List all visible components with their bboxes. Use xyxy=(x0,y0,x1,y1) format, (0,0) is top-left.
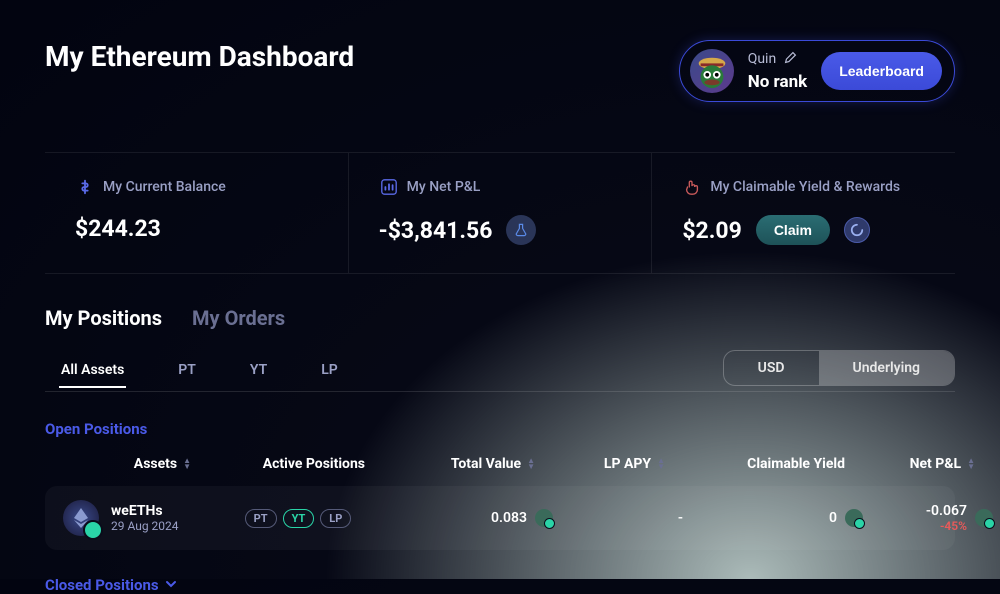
tab-positions[interactable]: My Positions xyxy=(45,306,162,330)
swirl-icon xyxy=(850,223,864,237)
flask-pill[interactable] xyxy=(506,215,536,245)
col-claimable-yield: Claimable Yield xyxy=(665,456,845,472)
hand-icon xyxy=(682,177,702,197)
filter-pt[interactable]: PT xyxy=(176,354,198,388)
table-row[interactable]: weETHs 29 Aug 2024 PT YT LP 0.083 - 0 -0… xyxy=(45,486,955,550)
user-name: Quin xyxy=(748,51,777,67)
col-lp-apy[interactable]: LP APY ▲▼ xyxy=(535,456,665,472)
main-tabs: My Positions My Orders xyxy=(45,306,955,330)
user-name-row: Quin xyxy=(748,51,807,68)
page-title: My Ethereum Dashboard xyxy=(45,40,354,73)
filter-all-assets[interactable]: All Assets xyxy=(59,354,126,388)
open-positions-label: Open Positions xyxy=(45,420,955,438)
table-header: Assets ▲▼ Active Positions Total Value ▲… xyxy=(45,456,955,472)
leaderboard-button[interactable]: Leaderboard xyxy=(821,52,942,90)
badge-lp: LP xyxy=(320,509,351,528)
badge-yt: YT xyxy=(283,509,315,528)
col-active-positions: Active Positions xyxy=(195,456,365,472)
token-badge[interactable] xyxy=(844,217,870,243)
balance-card: My Current Balance $244.23 xyxy=(45,153,348,273)
filter-row: All Assets PT YT LP USD Underlying xyxy=(45,350,955,392)
sort-icon: ▲▼ xyxy=(183,458,191,470)
claim-button[interactable]: Claim xyxy=(756,215,830,245)
badges: PT YT LP xyxy=(213,509,383,528)
token-icon xyxy=(845,509,863,527)
net-pl-value: -0.067 xyxy=(926,503,967,519)
toggle-usd[interactable]: USD xyxy=(724,351,819,385)
net-pl-cell: -0.067 -45% xyxy=(863,503,993,533)
flask-icon xyxy=(513,222,529,238)
claimable-label: My Claimable Yield & Rewards xyxy=(710,179,900,195)
balance-value: $244.23 xyxy=(75,215,320,242)
col-total-value[interactable]: Total Value ▲▼ xyxy=(365,456,535,472)
dollar-icon xyxy=(75,177,95,197)
avatar xyxy=(690,49,734,93)
asset-name: weETHs xyxy=(111,503,179,519)
claimable-cell: 0 xyxy=(683,509,863,527)
pnl-value: -$3,841.56 xyxy=(379,217,493,244)
asset-filter-tabs: All Assets PT YT LP xyxy=(45,354,340,388)
sort-icon: ▲▼ xyxy=(657,458,665,470)
user-pill: Quin No rank Leaderboard xyxy=(679,40,955,102)
filter-yt[interactable]: YT xyxy=(248,354,269,388)
claimable-card: My Claimable Yield & Rewards $2.09 Claim xyxy=(651,153,955,273)
filter-lp[interactable]: LP xyxy=(319,354,340,388)
lp-apy-cell: - xyxy=(553,510,683,526)
unit-toggle: USD Underlying xyxy=(723,350,955,386)
balance-label: My Current Balance xyxy=(103,179,226,195)
chart-icon xyxy=(379,177,399,197)
user-rank: No rank xyxy=(748,72,807,92)
positions-table: Assets ▲▼ Active Positions Total Value ▲… xyxy=(45,456,955,550)
asset-date: 29 Aug 2024 xyxy=(111,519,179,533)
pepe-avatar-icon xyxy=(693,52,731,90)
claimable-value: $2.09 xyxy=(682,217,741,244)
pnl-label: My Net P&L xyxy=(407,179,481,195)
badge-pt: PT xyxy=(245,509,277,528)
user-text: Quin No rank xyxy=(748,51,807,92)
sort-icon: ▲▼ xyxy=(527,458,535,470)
toggle-underlying[interactable]: Underlying xyxy=(819,351,954,385)
total-value-cell: 0.083 xyxy=(383,509,553,527)
pnl-card: My Net P&L -$3,841.56 xyxy=(348,153,652,273)
col-net-pl[interactable]: Net P&L ▲▼ xyxy=(845,456,975,472)
token-icon xyxy=(535,509,553,527)
sort-icon: ▲▼ xyxy=(967,458,975,470)
tab-orders[interactable]: My Orders xyxy=(192,306,285,330)
asset-cell: weETHs 29 Aug 2024 xyxy=(63,500,179,536)
col-assets[interactable]: Assets ▲▼ xyxy=(45,456,195,472)
token-icon xyxy=(975,509,993,527)
net-pl-pct: -45% xyxy=(926,519,967,533)
edit-icon[interactable] xyxy=(784,51,797,68)
stats-row: My Current Balance $244.23 My Net P&L -$… xyxy=(45,152,955,274)
asset-icon xyxy=(63,500,99,536)
